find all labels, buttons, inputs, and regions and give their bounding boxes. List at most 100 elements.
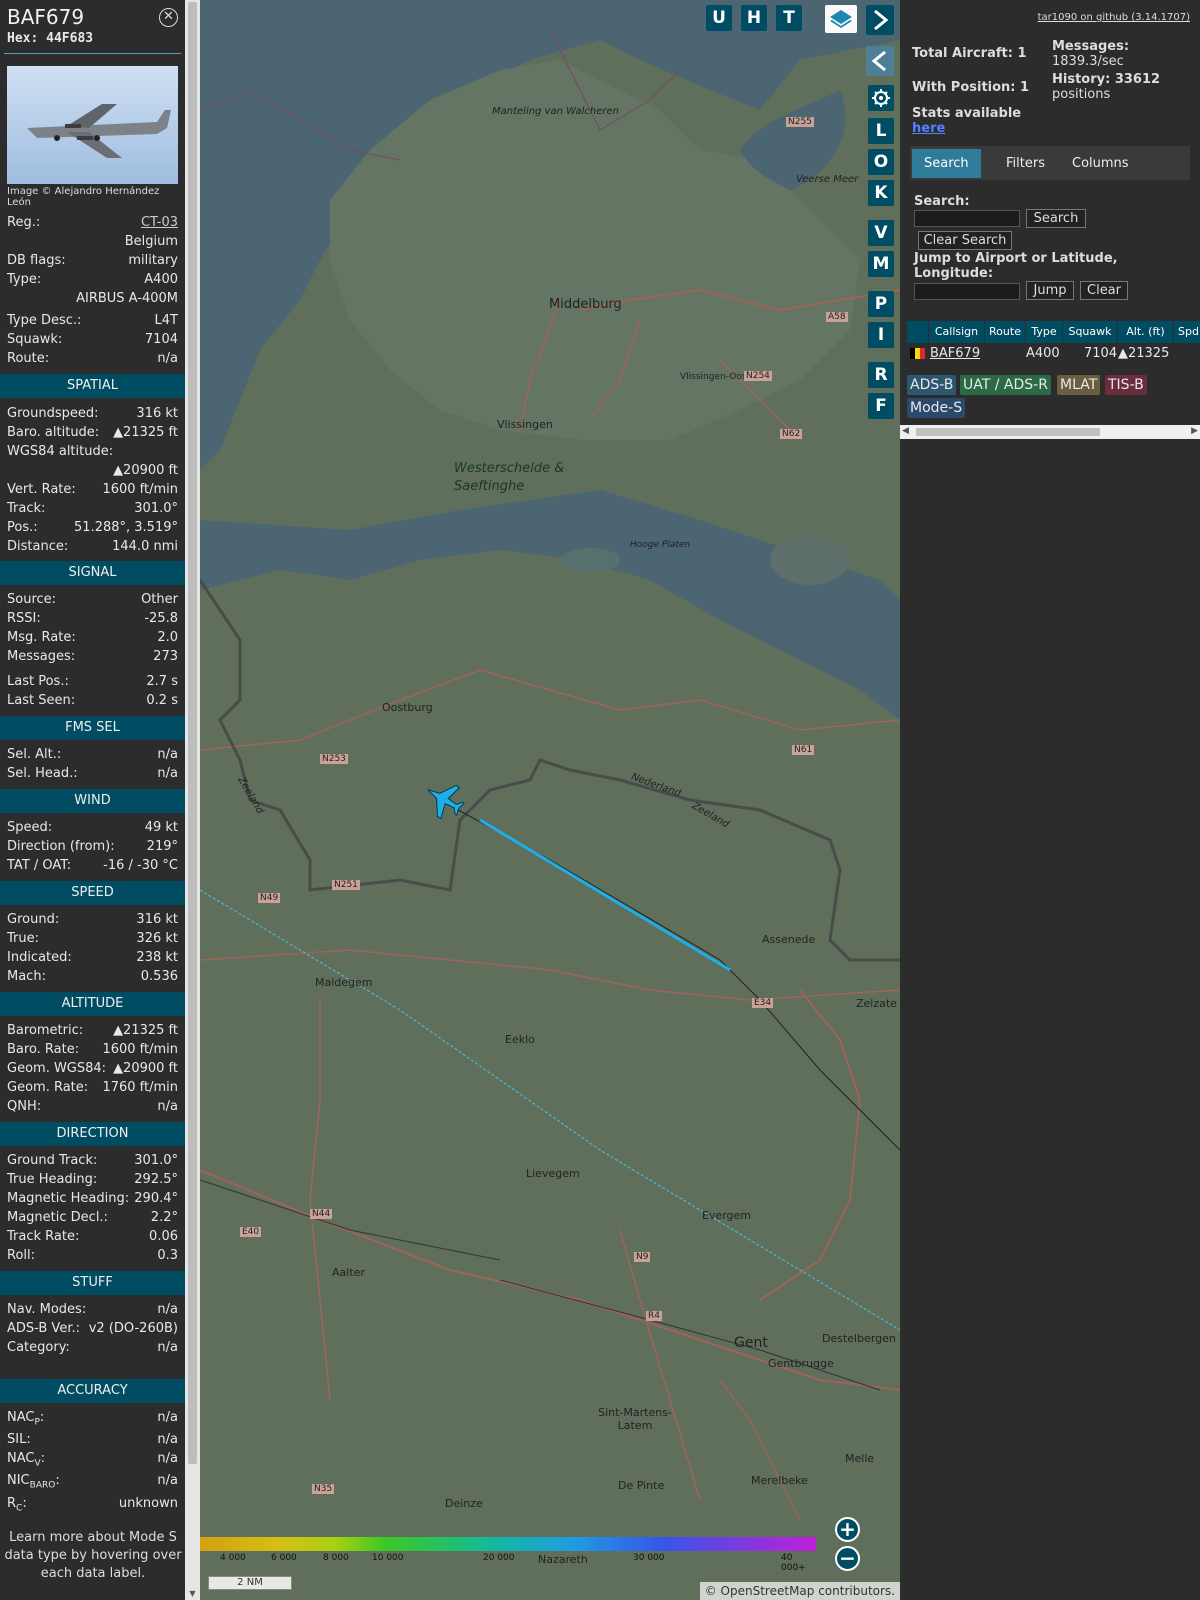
close-icon[interactable]: ✕ (159, 8, 178, 27)
section-speed: SPEED (0, 881, 185, 905)
map-button-o[interactable]: O (868, 149, 894, 175)
map-label: Deinze (445, 1497, 483, 1510)
map-button-h[interactable]: H (741, 5, 767, 31)
layers-button[interactable] (825, 5, 857, 33)
column-flag[interactable] (907, 321, 929, 343)
altitude-color-legend: 4 000 6 000 8 000 10 000 20 000 30 000 4… (200, 1537, 816, 1573)
map-label: Hooge Platen (630, 540, 691, 550)
jump-button[interactable]: Jump (1026, 281, 1074, 300)
column-altitude[interactable]: Alt. (ft) (1118, 321, 1174, 343)
spatial-wgs: WGS84 altitude: (7, 444, 114, 459)
scroll-down-icon[interactable]: ▼ (185, 1588, 200, 1600)
acc-nicbaro: NICBARO: n/a (7, 1473, 178, 1491)
spatial-vrate: Vert. Rate: 1600 ft/min (7, 482, 178, 497)
column-squawk[interactable]: Squawk (1063, 321, 1118, 343)
plus-icon: + (839, 1517, 856, 1541)
expand-right-button[interactable] (866, 5, 894, 35)
map-button-r[interactable]: R (868, 362, 894, 388)
clear-search-button[interactable]: Clear Search (918, 231, 1012, 250)
map-button-u[interactable]: U (706, 5, 732, 31)
table-scrollbar[interactable]: ◀ ▶ (900, 425, 1200, 439)
settings-button[interactable] (868, 85, 894, 111)
column-callsign[interactable]: Callsign (929, 321, 985, 343)
collapse-left-button[interactable] (866, 46, 894, 76)
map-attribution[interactable]: © OpenStreetMap contributors. (700, 1582, 900, 1600)
chip-tisb[interactable]: TIS-B (1105, 375, 1147, 395)
alt-geom: Geom. WGS84: ▲20900 ft (7, 1061, 178, 1076)
chip-uat[interactable]: UAT / ADS-R (960, 375, 1051, 395)
github-link[interactable]: tar1090 on github (3.14.1707) (1038, 12, 1190, 23)
dir-trate: Track Rate: 0.06 (7, 1229, 178, 1244)
signal-source: Source: Other (7, 592, 178, 607)
chip-mlat[interactable]: MLAT (1057, 375, 1101, 395)
column-speed[interactable]: Spd (1174, 321, 1200, 343)
callsign-title: BAF679 (7, 5, 85, 29)
map-button-k[interactable]: K (868, 180, 894, 206)
dir-mhead: Magnetic Heading: 290.4° (7, 1191, 178, 1206)
map-label: Vlissingen-Oost (680, 372, 751, 382)
map-button-m[interactable]: M (868, 251, 894, 277)
stats-link[interactable]: here (912, 121, 945, 136)
aircraft-photo[interactable] (7, 66, 178, 184)
map-label: Sint-Martens-Latem (598, 1406, 672, 1432)
jump-input[interactable] (914, 283, 1020, 300)
signal-lastseen: Last Seen: 0.2 s (7, 693, 178, 708)
zoom-in-button[interactable]: + (835, 1517, 860, 1542)
with-position: With Position: 1 (912, 80, 1030, 95)
altitude-tick: 4 000 (220, 1553, 246, 1563)
row-callsign[interactable]: BAF679 (930, 344, 980, 363)
clear-button[interactable]: Clear (1080, 281, 1128, 300)
map-button-p[interactable]: P (868, 291, 894, 317)
column-type[interactable]: Type (1026, 321, 1063, 343)
section-wind: WIND (0, 789, 185, 813)
zoom-out-button[interactable]: − (835, 1546, 860, 1571)
tab-columns[interactable]: Columns (1060, 149, 1141, 178)
stats-available: Stats available here (912, 106, 1022, 136)
spatial-pos: Pos.: 51.288°, 3.519° (7, 520, 178, 535)
altitude-tick: 8 000 (323, 1553, 349, 1563)
map-label: Gentbrugge (768, 1357, 834, 1370)
scrollbar-thumb[interactable] (188, 2, 197, 1464)
dir-mdecl: Magnetic Decl.: 2.2° (7, 1210, 178, 1225)
map-button-f[interactable]: F (868, 393, 894, 419)
tab-filters[interactable]: Filters (994, 149, 1057, 178)
column-route[interactable]: Route (985, 321, 1026, 343)
stuff-adsb: ADS-B Ver.: v2 (DO-260B) (7, 1321, 178, 1336)
section-fms: FMS SEL (0, 716, 185, 740)
table-row[interactable]: BAF679 A400 7104 ▲21325 (907, 344, 1200, 363)
map-button-t[interactable]: T (776, 5, 802, 31)
road-label: N254 (744, 371, 772, 381)
map-view[interactable]: Manteling van Walcheren Veerse Meer Midd… (200, 0, 900, 1600)
search-input[interactable] (914, 210, 1020, 227)
map-button-l[interactable]: L (868, 118, 894, 144)
fms-head: Sel. Head.: n/a (7, 766, 178, 781)
sidebar-scrollbar[interactable]: ▲ ▼ (185, 0, 200, 1600)
signal-lastpos: Last Pos.: 2.7 s (7, 674, 178, 689)
road-label: N255 (786, 117, 814, 127)
chip-modes[interactable]: Mode-S (907, 398, 966, 418)
map-label: De Pinte (618, 1479, 665, 1492)
map-button-v[interactable]: V (868, 220, 894, 246)
wind-speed: Speed: 49 kt (7, 820, 178, 835)
spatial-wgs-value: ▲20900 ft (113, 463, 178, 478)
scroll-left-icon[interactable]: ◀ (902, 426, 909, 436)
search-button[interactable]: Search (1026, 209, 1086, 228)
info-route: Route: n/a (7, 351, 178, 366)
map-button-i[interactable]: I (868, 322, 894, 348)
minus-icon: − (839, 1546, 856, 1570)
chip-adsb[interactable]: ADS-B (907, 375, 957, 395)
chevron-right-icon (874, 9, 889, 31)
alt-brate: Baro. Rate: 1600 ft/min (7, 1042, 178, 1057)
section-spatial: SPATIAL (0, 374, 185, 398)
registration-link[interactable]: CT-03 (141, 215, 178, 230)
scrollbar-thumb[interactable] (916, 428, 1100, 436)
section-direction: DIRECTION (0, 1122, 185, 1146)
tab-search[interactable]: Search (912, 149, 981, 178)
dir-thead: True Heading: 292.5° (7, 1172, 178, 1187)
panel-tabs: Search Filters Columns (910, 146, 1190, 180)
scroll-right-icon[interactable]: ▶ (1191, 426, 1198, 436)
road-label: E40 (240, 1227, 262, 1237)
image-credit: Image © Alejandro Hernández León (7, 186, 160, 208)
road-label: N35 (312, 1484, 335, 1494)
map-label: Destelbergen (822, 1332, 896, 1345)
